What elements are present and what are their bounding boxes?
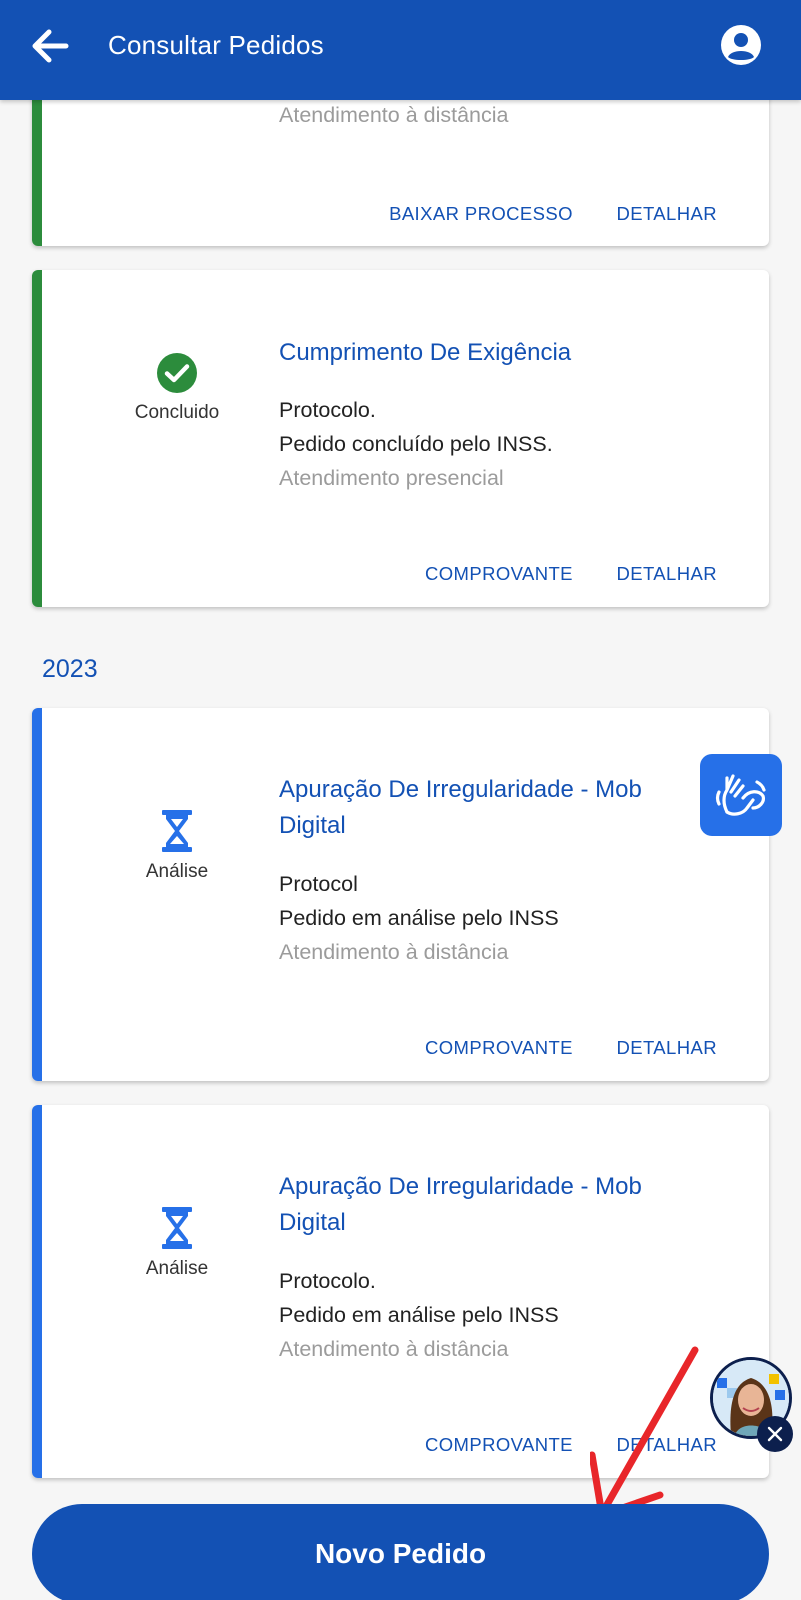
sign-language-button[interactable] (700, 754, 782, 836)
status-label: Análise (145, 861, 209, 882)
service-mode: Atendimento à distância (279, 103, 509, 127)
card-title-line: Digital (279, 812, 346, 839)
card-actions: BAIXAR PROCESSO DETALHAR (351, 203, 717, 225)
details-button[interactable]: DETALHAR (616, 563, 717, 584)
status-description: Pedido concluído pelo INSS. (279, 432, 553, 456)
status-bar (32, 270, 42, 607)
protocol-text: Protocolo. (279, 398, 376, 422)
status-block: Concluido (92, 352, 262, 424)
new-request-button[interactable]: Novo Pedido (32, 1504, 769, 1600)
card-title-line: Apuração De Irregularidade - Mob (279, 1173, 642, 1200)
request-card: Análise Apuração De Irregularidade - Mob… (32, 1105, 769, 1478)
request-card: Concluido Cumprimento De Exigência Proto… (32, 270, 769, 607)
check-circle-icon (157, 353, 197, 393)
hourglass-icon (162, 1207, 192, 1249)
status-label: Concluido (134, 402, 220, 423)
page-title: Consultar Pedidos (108, 30, 324, 60)
status-block: Análise (92, 1206, 262, 1280)
service-mode: Atendimento à distância (279, 1337, 509, 1361)
arrow-left-icon (32, 29, 69, 63)
close-assistant-button[interactable] (757, 1416, 793, 1452)
request-card: Análise Apuração De Irregularidade - Mob… (32, 708, 769, 1081)
card-actions: COMPROVANTE DETALHAR (387, 1037, 717, 1059)
status-label: Análise (145, 1258, 209, 1279)
status-block: Análise (92, 809, 262, 883)
card-title: Apuração De Irregularidade - Mob Digital (279, 1169, 719, 1241)
close-icon (767, 1426, 783, 1442)
card-title-line: Digital (279, 1209, 346, 1236)
details-button[interactable]: DETALHAR (616, 203, 717, 224)
receipt-button[interactable]: COMPROVANTE (425, 1434, 573, 1455)
status-bar (32, 708, 42, 1081)
card-title: Apuração De Irregularidade - Mob Digital (279, 772, 719, 844)
app-bar: Consultar Pedidos (0, 0, 801, 100)
card-actions: COMPROVANTE DETALHAR (387, 563, 717, 585)
details-button[interactable]: DETALHAR (616, 1434, 717, 1455)
receipt-button[interactable]: COMPROVANTE (425, 563, 573, 584)
service-mode: Atendimento à distância (279, 940, 509, 964)
status-description: Pedido em análise pelo INSS (279, 1303, 559, 1327)
download-process-button[interactable]: BAIXAR PROCESSO (389, 203, 573, 224)
status-description: Pedido em análise pelo INSS (279, 906, 559, 930)
back-button[interactable] (28, 24, 72, 68)
hourglass-icon (162, 810, 192, 852)
details-button[interactable]: DETALHAR (616, 1037, 717, 1058)
status-bar (32, 1105, 42, 1478)
sign-language-icon (715, 774, 766, 816)
card-title-line: Apuração De Irregularidade - Mob (279, 776, 642, 803)
protocol-text: Protocol (279, 872, 358, 896)
account-circle-icon (721, 25, 761, 65)
protocol-text: Protocolo. (279, 1269, 376, 1293)
year-heading: 2023 (42, 655, 98, 683)
card-actions: COMPROVANTE DETALHAR (387, 1434, 717, 1456)
service-mode: Atendimento presencial (279, 466, 504, 490)
account-button[interactable] (718, 22, 764, 68)
receipt-button[interactable]: COMPROVANTE (425, 1037, 573, 1058)
card-title: Cumprimento De Exigência (279, 339, 572, 366)
